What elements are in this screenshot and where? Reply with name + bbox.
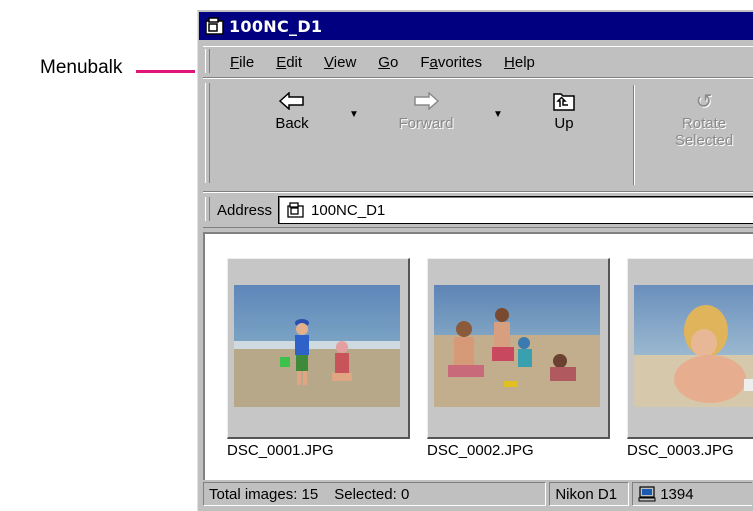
thumbnail-item[interactable] xyxy=(627,258,753,439)
up-folder-icon xyxy=(519,87,609,115)
folder-camera-icon xyxy=(287,202,304,218)
menu-go[interactable]: Go xyxy=(367,54,409,71)
explorer-window: 100NC_D1 File Edit View Go Favorites Hel… xyxy=(195,10,753,511)
folder-camera-icon xyxy=(205,17,224,35)
menu-file[interactable]: File xyxy=(219,54,265,71)
status-camera: Nikon D1 xyxy=(555,485,618,503)
thumbnail-filename: DSC_0002.JPG xyxy=(427,442,534,459)
menu-favorites[interactable]: Favorites xyxy=(409,54,493,71)
back-button[interactable]: Back xyxy=(247,87,337,132)
thumbnail-filename: DSC_0003.JPG xyxy=(627,442,734,459)
status-selected: Selected: 0 xyxy=(334,485,410,503)
back-arrow-icon xyxy=(247,87,337,115)
address-label: Address xyxy=(217,201,273,219)
thumbnail-filename: DSC_0001.JPG xyxy=(227,442,334,459)
thumbnail-item[interactable] xyxy=(227,258,410,439)
rotate-icon: ↺ xyxy=(695,90,713,113)
menu-help[interactable]: Help xyxy=(493,54,546,71)
menu-view[interactable]: View xyxy=(313,54,367,71)
menu-bar: File Edit View Go Favorites Help xyxy=(203,46,753,78)
status-pane-info: Total images: 15 Selected: 0 xyxy=(203,482,547,506)
callout-label: Menubalk xyxy=(40,57,123,78)
forward-button[interactable]: Forward xyxy=(381,87,471,132)
thumbnail-image xyxy=(634,285,753,407)
computer-icon xyxy=(638,486,656,502)
forward-label: Forward xyxy=(398,115,454,132)
up-button[interactable]: Up xyxy=(519,87,609,132)
status-bar: Total images: 15 Selected: 0 Nikon D1 13… xyxy=(203,480,753,508)
thumbnail-item[interactable] xyxy=(427,258,610,439)
status-total: Total images: 15 xyxy=(209,485,319,503)
status-pane-port: 1394 xyxy=(632,482,752,506)
toolbar: Back ▼ Forward ▼ Up ↺ Rotate Selected xyxy=(203,78,753,192)
back-dropdown[interactable]: ▼ xyxy=(349,109,359,120)
address-bar: Address 100NC_D1 xyxy=(203,192,753,228)
toolbar-grip[interactable] xyxy=(205,83,210,183)
toolbar-separator xyxy=(633,85,634,185)
thumbnail-image xyxy=(434,285,600,407)
window-title: 100NC_D1 xyxy=(229,16,323,36)
menu-edit[interactable]: Edit xyxy=(265,54,313,71)
addressbar-grip[interactable] xyxy=(205,197,210,221)
status-pane-camera: Nikon D1 xyxy=(549,482,630,506)
menubar-grip[interactable] xyxy=(205,49,210,73)
rotate-selected-button[interactable]: ↺ Rotate Selected xyxy=(659,87,749,150)
forward-arrow-icon xyxy=(381,87,471,115)
forward-dropdown[interactable]: ▼ xyxy=(493,109,503,120)
up-label: Up xyxy=(554,115,574,132)
rotate-label-line1: Rotate xyxy=(681,115,727,132)
title-bar[interactable]: 100NC_D1 xyxy=(199,12,753,40)
thumbnail-view: DSC_0001.JPG DSC_0002.JPG DSC_0003.JPG xyxy=(203,232,753,480)
address-field[interactable]: 100NC_D1 xyxy=(278,196,753,224)
thumbnail-image xyxy=(234,285,400,407)
back-label: Back xyxy=(275,115,309,132)
address-value: 100NC_D1 xyxy=(311,201,386,219)
rotate-label-line2: Selected xyxy=(674,132,734,149)
status-port: 1394 xyxy=(660,485,694,503)
